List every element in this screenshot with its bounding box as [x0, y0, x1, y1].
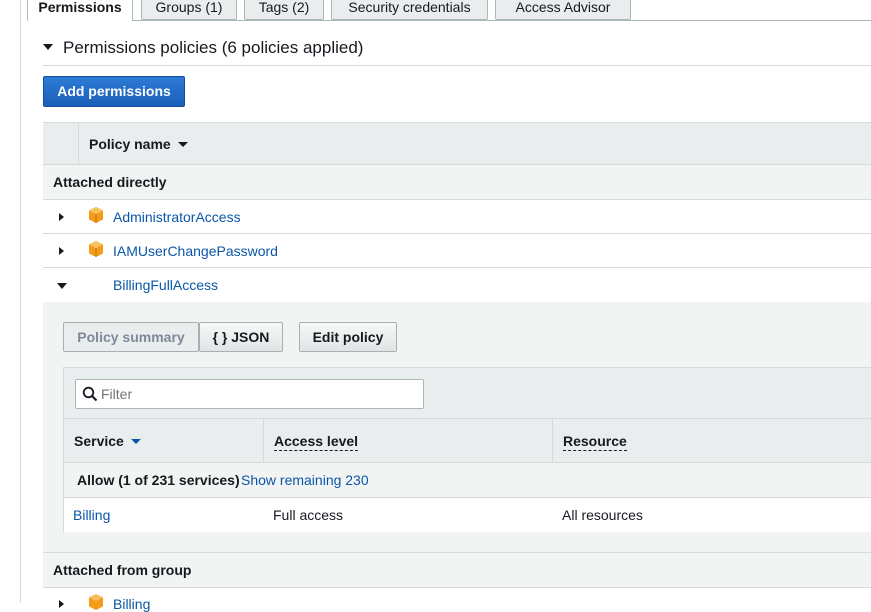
service-column-header[interactable]: Service [74, 433, 124, 449]
policy-table-header: Policy name [43, 122, 871, 165]
tab-access-advisor[interactable]: Access Advisor [495, 0, 631, 20]
resource-cell: All resources [562, 507, 643, 523]
policy-row[interactable]: AdministratorAccess [43, 200, 871, 234]
group-row-attached-directly: Attached directly [43, 165, 871, 200]
table-row: Billing Full access All resources [64, 498, 871, 532]
access-level-cell: Full access [273, 507, 344, 523]
group-label: Attached from group [53, 562, 192, 578]
column-separator [263, 419, 264, 462]
section-divider [43, 65, 871, 66]
policy-name-column-header[interactable]: Policy name [89, 136, 171, 152]
service-link[interactable]: Billing [73, 507, 110, 523]
expand-caret-icon[interactable] [59, 600, 64, 608]
json-tab[interactable]: { } JSON [199, 322, 283, 352]
allow-count-text: Allow (1 of 231 services) [77, 472, 240, 488]
filter-bar [64, 368, 871, 419]
policy-summary-tab[interactable]: Policy summary [63, 322, 199, 352]
expand-caret-icon[interactable] [59, 247, 64, 255]
policy-row[interactable]: Billing [43, 588, 871, 612]
sort-caret-icon[interactable] [131, 439, 141, 444]
aws-managed-policy-icon [89, 241, 103, 257]
policy-link[interactable]: BillingFullAccess [113, 277, 218, 293]
expand-caret-icon[interactable] [59, 213, 64, 221]
tab-security-credentials[interactable]: Security credentials [331, 0, 488, 20]
policy-link[interactable]: Billing [113, 596, 150, 612]
access-level-column-header[interactable]: Access level [274, 433, 359, 451]
tab-groups[interactable]: Groups (1) [141, 0, 237, 20]
section-title: Permissions policies (6 policies applied… [63, 38, 364, 57]
edit-policy-button[interactable]: Edit policy [299, 322, 397, 352]
group-label: Attached directly [53, 174, 167, 190]
add-permissions-button[interactable]: Add permissions [43, 76, 185, 107]
aws-managed-policy-icon [89, 207, 103, 223]
collapse-caret-icon[interactable] [57, 283, 67, 289]
tab-tags[interactable]: Tags (2) [244, 0, 324, 20]
policy-summary-table: Service Access level Resource Allow (1 o… [63, 367, 871, 532]
column-separator [78, 123, 79, 164]
page-left-border [20, 0, 21, 603]
tab-permissions[interactable]: Permissions [27, 0, 133, 21]
show-remaining-link[interactable]: Show remaining 230 [241, 472, 369, 488]
sort-caret-icon[interactable] [178, 142, 188, 147]
policy-row-expanded[interactable]: BillingFullAccess [43, 268, 871, 302]
search-icon [82, 386, 98, 402]
summary-table-header: Service Access level Resource [64, 419, 871, 463]
aws-managed-policy-icon [89, 594, 103, 610]
allow-summary-row: Allow (1 of 231 services) Show remaining… [64, 463, 871, 498]
column-separator [552, 419, 553, 462]
collapse-caret-icon [43, 43, 53, 50]
policy-row[interactable]: IAMUserChangePassword [43, 234, 871, 268]
group-row-attached-from-group: Attached from group [43, 552, 871, 588]
filter-input[interactable] [75, 379, 424, 409]
policy-link[interactable]: IAMUserChangePassword [113, 243, 278, 259]
permissions-policies-header[interactable]: Permissions policies (6 policies applied… [43, 38, 363, 58]
tab-bar-baseline [132, 20, 871, 21]
policy-link[interactable]: AdministratorAccess [113, 209, 241, 225]
resource-column-header[interactable]: Resource [563, 433, 627, 451]
